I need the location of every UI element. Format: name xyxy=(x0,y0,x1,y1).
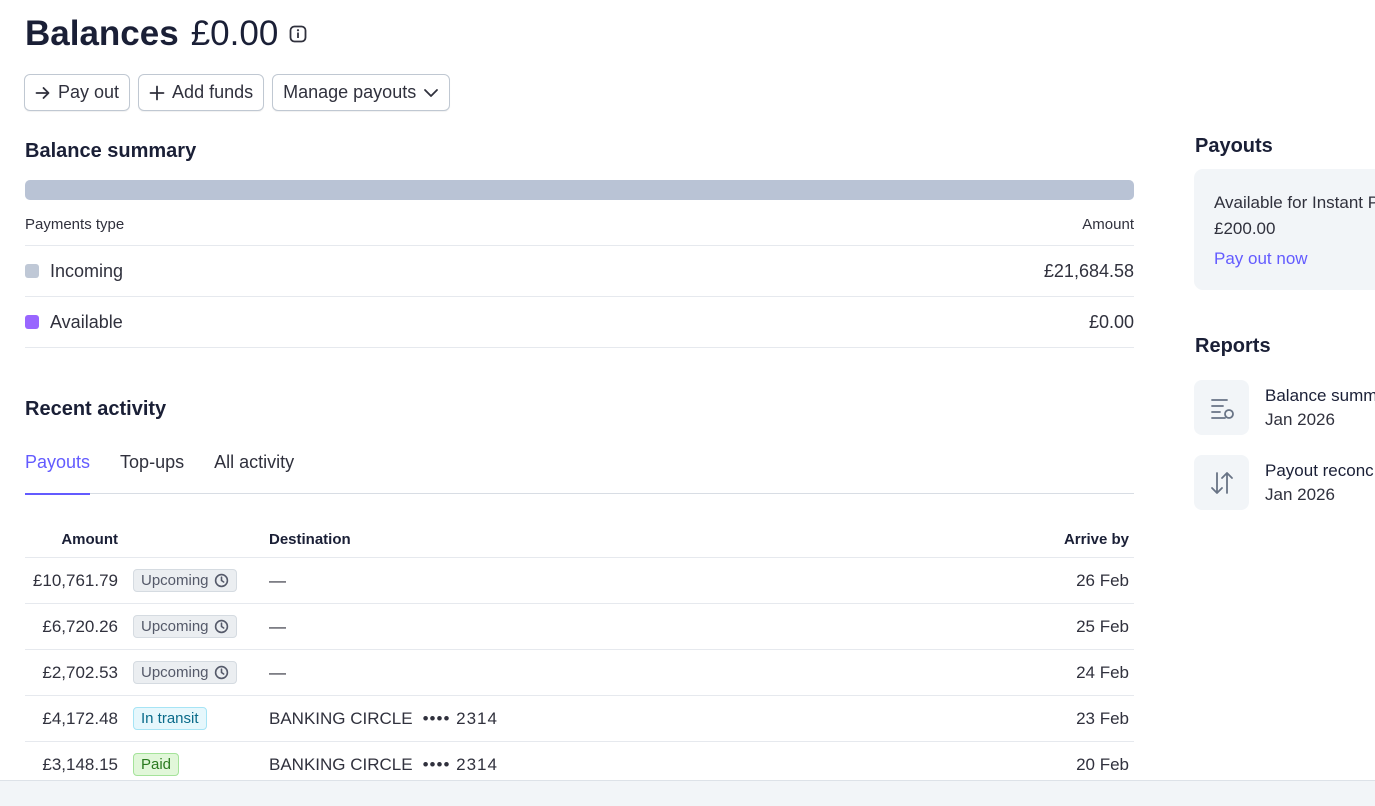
activity-tabs: Payouts Top-ups All activity xyxy=(25,450,1134,495)
clock-icon xyxy=(214,619,228,634)
row-destination: BANKING CIRCLE xyxy=(269,708,413,728)
row-destination: — xyxy=(269,570,286,590)
pay-out-now-link[interactable]: Pay out now xyxy=(1214,249,1375,269)
status-label: Upcoming xyxy=(141,618,209,635)
available-label: Available xyxy=(50,311,123,332)
report-name: Balance summ xyxy=(1265,386,1375,405)
status-badge: Upcoming xyxy=(133,569,237,592)
row-arrive-by: 20 Feb xyxy=(1076,754,1129,774)
status-badge: Paid xyxy=(133,753,180,776)
summary-header: Payments type Amount xyxy=(25,216,1134,233)
summary-row-available: Available £0.00 xyxy=(25,296,1134,347)
swap-arrows-icon xyxy=(1194,455,1249,510)
col-amount: Amount xyxy=(61,531,118,548)
payouts-heading: Payouts xyxy=(1195,135,1273,157)
status-badge: In transit xyxy=(133,707,207,730)
recent-activity-heading: Recent activity xyxy=(25,398,167,420)
report-name: Payout reconc xyxy=(1265,461,1374,480)
incoming-swatch xyxy=(25,264,39,278)
manage-payouts-label: Manage payouts xyxy=(283,82,417,102)
report-item-payout-reconciliation[interactable]: Payout reconc Jan 2026 xyxy=(1194,455,1374,510)
report-list-icon xyxy=(1194,380,1249,435)
amount-header: Amount xyxy=(1082,216,1134,233)
tab-top-ups[interactable]: Top-ups xyxy=(120,450,184,494)
status-badge: Upcoming xyxy=(133,661,237,684)
add-funds-button[interactable]: Add funds xyxy=(138,74,265,111)
payouts-table: Amount Destination Arrive by £10,761.79 … xyxy=(25,522,1134,788)
table-row[interactable]: £2,702.53 Upcoming — 24 Feb xyxy=(25,650,1134,696)
chevron-down-icon xyxy=(424,88,439,97)
status-label: Upcoming xyxy=(141,664,209,681)
status-label: Upcoming xyxy=(141,572,209,589)
row-amount: £2,702.53 xyxy=(42,662,118,682)
row-destination: BANKING CIRCLE xyxy=(269,754,413,774)
info-icon[interactable] xyxy=(288,24,308,44)
balance-summary-heading: Balance summary xyxy=(25,140,197,162)
balance-bar xyxy=(25,180,1134,200)
row-amount: £3,148.15 xyxy=(42,754,118,774)
incoming-label: Incoming xyxy=(50,260,124,281)
available-instant-label: Available for Instant P xyxy=(1214,193,1375,212)
row-account: •••• 2314 xyxy=(422,708,498,728)
add-funds-label: Add funds xyxy=(172,82,254,102)
report-item-balance-summary[interactable]: Balance summ Jan 2026 xyxy=(1194,380,1375,435)
col-arrive-by: Arrive by xyxy=(1063,531,1129,548)
reports-heading: Reports xyxy=(1195,335,1271,357)
page-title: Balances £0.00 xyxy=(25,14,308,54)
table-row[interactable]: £4,172.48 In transit BANKING CIRCLE •••• … xyxy=(25,696,1134,742)
balance-bar-incoming xyxy=(25,180,1134,200)
summary-row-incoming: Incoming £21,684.58 xyxy=(25,245,1134,296)
table-row[interactable]: £10,761.79 Upcoming — 26 Feb xyxy=(25,558,1134,604)
clock-icon xyxy=(214,573,228,588)
row-destination: — xyxy=(269,662,286,682)
instant-payout-card: Available for Instant P £200.00 Pay out … xyxy=(1194,169,1375,290)
report-date: Jan 2026 xyxy=(1265,485,1335,504)
row-arrive-by: 23 Feb xyxy=(1076,708,1129,728)
report-date: Jan 2026 xyxy=(1265,410,1335,429)
tab-payouts[interactable]: Payouts xyxy=(25,450,91,495)
bottom-bar xyxy=(0,780,1375,806)
row-destination: — xyxy=(269,616,286,636)
row-amount: £4,172.48 xyxy=(42,708,118,728)
arrow-right-icon xyxy=(35,86,50,99)
clock-icon xyxy=(214,665,228,680)
tab-all-activity[interactable]: All activity xyxy=(214,450,294,494)
row-account: •••• 2314 xyxy=(422,754,498,774)
pay-out-label: Pay out xyxy=(58,82,120,102)
incoming-amount: £21,684.58 xyxy=(1043,260,1134,281)
action-bar: Pay out Add funds Manage payouts xyxy=(24,74,451,111)
plus-icon xyxy=(149,85,165,100)
balance-total: £0.00 xyxy=(190,14,279,53)
available-amount: £0.00 xyxy=(1088,311,1134,332)
table-header: Amount Destination Arrive by xyxy=(25,522,1134,558)
row-amount: £6,720.26 xyxy=(42,616,118,636)
divider xyxy=(25,347,1134,348)
row-arrive-by: 26 Feb xyxy=(1076,570,1129,590)
status-badge: Upcoming xyxy=(133,615,237,638)
manage-payouts-button[interactable]: Manage payouts xyxy=(272,74,451,111)
row-arrive-by: 25 Feb xyxy=(1076,616,1129,636)
page-title-text: Balances xyxy=(25,14,179,53)
table-row[interactable]: £6,720.26 Upcoming — 25 Feb xyxy=(25,604,1134,650)
row-arrive-by: 24 Feb xyxy=(1076,662,1129,682)
payments-type-header: Payments type xyxy=(25,216,125,233)
available-swatch xyxy=(25,315,39,329)
col-destination: Destination xyxy=(269,531,351,548)
available-instant-amount: £200.00 xyxy=(1214,219,1276,238)
pay-out-button[interactable]: Pay out xyxy=(24,74,131,111)
row-amount: £10,761.79 xyxy=(32,570,118,590)
